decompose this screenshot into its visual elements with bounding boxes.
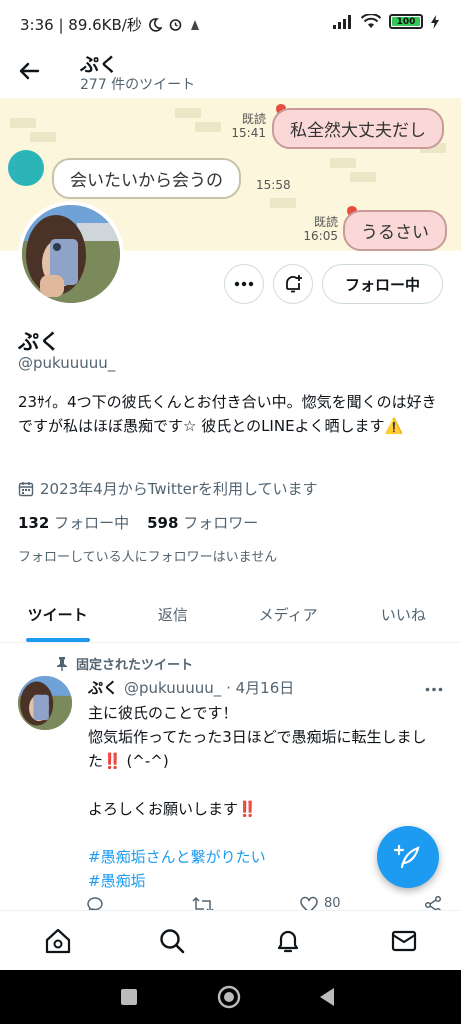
followers-link[interactable]: 598 フォロワー xyxy=(147,512,258,533)
profile-name: ぷく xyxy=(18,330,60,354)
pinned-tweet-label: 固定されたツイート xyxy=(56,654,193,673)
msg1-time: 15:41 xyxy=(231,126,266,140)
more-options-button[interactable] xyxy=(224,264,264,304)
moon-icon xyxy=(148,17,162,32)
charging-icon xyxy=(431,14,439,29)
status-right: 100 xyxy=(333,14,439,29)
banner-brick xyxy=(175,108,201,118)
header-tweet-count: 277 件のツイート xyxy=(80,77,196,93)
back-nav-icon[interactable] xyxy=(318,987,336,1007)
message-bubble-left: 会いたいから会うの xyxy=(52,158,241,199)
msg3-time: 16:05 xyxy=(303,229,338,243)
tweet-header: ぷく @pukuuuuu_ · 4月16日 xyxy=(88,677,294,698)
msg2-time: 15:58 xyxy=(256,178,291,192)
header-name: ぷく xyxy=(80,54,119,76)
banner-brick xyxy=(270,198,296,208)
character-avatar-icon xyxy=(8,150,44,186)
compose-tweet-button[interactable] xyxy=(377,826,439,888)
follow-counts: 132 フォロー中 598 フォロワー xyxy=(18,512,258,533)
status-time-speed: 3:36 | 89.6KB/秒 xyxy=(20,16,142,34)
tab-likes[interactable]: いいね xyxy=(346,590,461,642)
msg1-read: 既読 xyxy=(241,112,266,126)
alarm-icon xyxy=(169,19,182,31)
tweet-avatar[interactable] xyxy=(18,676,72,730)
home-nav-icon[interactable] xyxy=(217,985,241,1009)
avatar-photo xyxy=(18,676,72,730)
tweet-author-name[interactable]: ぷく xyxy=(88,677,118,698)
message-bubble-right: うるさい xyxy=(343,210,447,251)
avatar-photo xyxy=(22,205,120,303)
tab-tweets[interactable]: ツイート xyxy=(0,590,115,642)
following-label: フォロー中 xyxy=(54,514,130,532)
tab-media[interactable]: メディア xyxy=(231,590,346,642)
battery-level: 100 xyxy=(396,16,416,27)
more-horizontal-icon xyxy=(425,687,443,692)
banner-brick xyxy=(350,172,376,182)
status-bar: 3:36 | 89.6KB/秒 100 xyxy=(0,0,461,48)
status-left: 3:36 | 89.6KB/秒 xyxy=(20,14,201,35)
following-button[interactable]: フォロー中 xyxy=(322,264,443,304)
profile-header: ぷく 277 件のツイート xyxy=(0,48,461,98)
wifi-icon xyxy=(361,14,381,28)
following-count: 132 xyxy=(18,514,50,532)
tab-replies[interactable]: 返信 xyxy=(115,590,230,642)
banner-brick xyxy=(195,122,221,132)
msg3-read: 既読 xyxy=(313,215,338,229)
notify-button[interactable] xyxy=(273,264,313,304)
message-bubble-right: 私全然大丈夫だし xyxy=(272,108,444,149)
search-icon[interactable] xyxy=(158,927,186,955)
signal-icon xyxy=(333,14,351,29)
profile-avatar[interactable] xyxy=(18,201,124,307)
banner-brick xyxy=(330,158,356,168)
pin-icon xyxy=(57,656,67,671)
bell-icon[interactable] xyxy=(274,927,302,955)
arrow-left-icon[interactable] xyxy=(16,58,42,84)
known-followers-text: フォローしている人にフォロワーはいません xyxy=(18,550,278,565)
calendar-icon xyxy=(18,481,34,496)
tweet-line: 主に彼氏のことです！ xyxy=(88,704,238,722)
pinned-text: 固定されたツイート xyxy=(76,658,194,673)
followers-count: 598 xyxy=(147,514,179,532)
mail-icon[interactable] xyxy=(390,927,418,955)
bottom-navigation xyxy=(0,910,461,970)
feather-plus-icon xyxy=(394,844,420,869)
tweet-line: 惚気垢作ってたった3日ほどで愚痴垢に転生しました‼️ (^-^) xyxy=(88,728,427,770)
profile-handle: @pukuuuuu_ xyxy=(18,354,116,372)
bell-plus-icon xyxy=(286,275,302,293)
joined-text: 2023年4月からTwitterを利用しています xyxy=(40,480,318,498)
profile-tabs: ツイート 返信 メディア いいね xyxy=(0,590,461,643)
app-notification-icon xyxy=(190,19,199,30)
msg3-meta: 既読 16:05 xyxy=(298,215,338,243)
battery-indicator: 100 xyxy=(389,14,423,29)
profile-bio: 23ｻｲ。4つ下の彼氏くんとお付き合い中。惚気を聞くのは好きですが私はほぼ愚痴で… xyxy=(18,393,437,435)
following-link[interactable]: 132 フォロー中 xyxy=(18,512,129,533)
joined-date: 2023年4月からTwitterを利用しています xyxy=(18,478,318,499)
recent-apps-icon[interactable] xyxy=(120,988,138,1006)
system-navigation-bar xyxy=(0,970,461,1024)
home-icon[interactable] xyxy=(44,927,72,955)
more-horizontal-icon xyxy=(234,281,254,287)
followers-label: フォロワー xyxy=(183,514,259,532)
tweet-more-button[interactable] xyxy=(425,676,443,697)
msg1-meta: 既読 15:41 xyxy=(228,112,266,140)
banner-brick xyxy=(10,118,36,128)
like-count: 80 xyxy=(324,896,341,911)
banner-brick xyxy=(30,132,56,142)
tweet-line: よろしくお願いします‼️ xyxy=(88,800,257,818)
tweet-handle-date: @pukuuuuu_ · 4月16日 xyxy=(124,679,295,697)
